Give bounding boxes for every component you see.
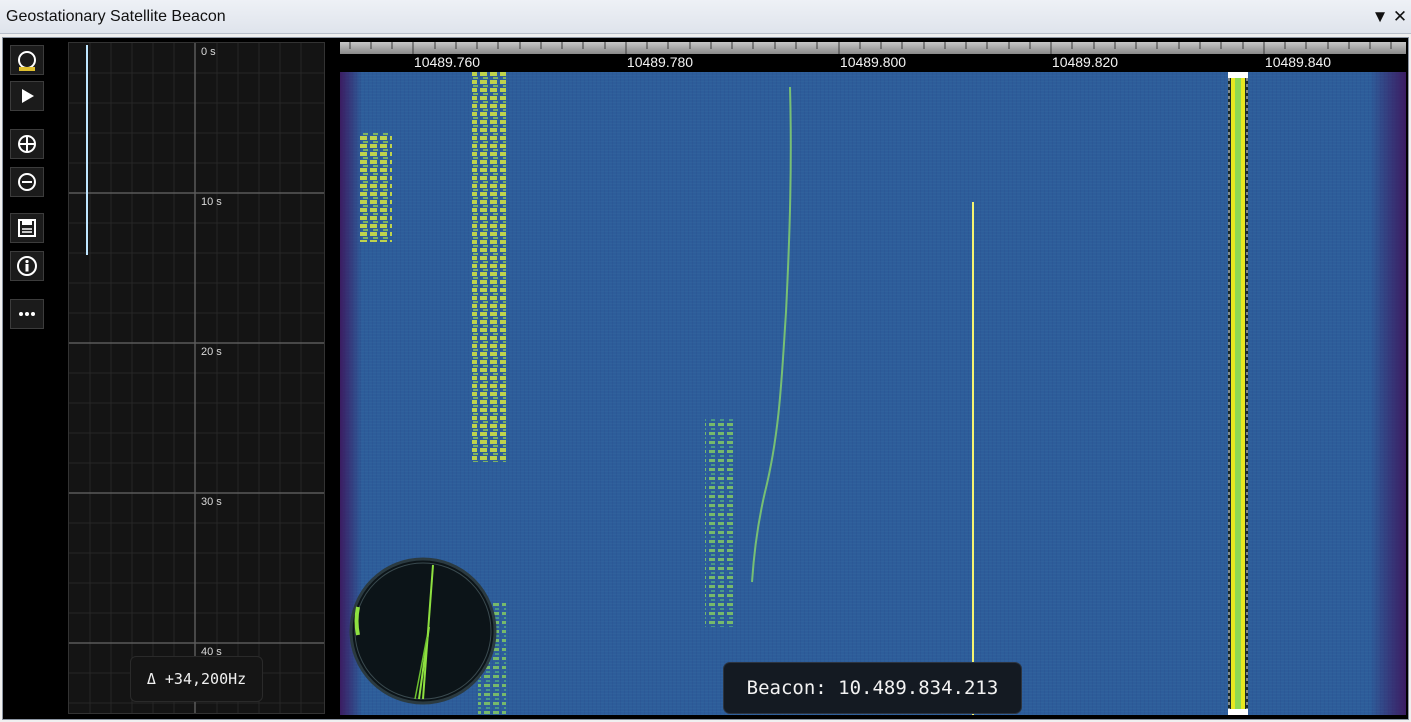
freq-label-4: 10489.820	[1051, 54, 1119, 70]
signal-carrier-wide	[472, 72, 506, 462]
zoom-in-button[interactable]	[10, 129, 44, 159]
signal-drift-trace	[751, 86, 792, 583]
signal-burst-left	[360, 132, 392, 242]
close-icon[interactable]: ✕	[1390, 6, 1410, 28]
window-titlebar: Geostationary Satellite Beacon ▼ ✕	[0, 0, 1411, 34]
zoom-out-icon	[18, 173, 36, 191]
frequency-ruler[interactable]: 10489.760 10489.780 10489.800 10489.820 …	[340, 42, 1406, 72]
play-icon	[22, 89, 34, 103]
signal-burst-mid	[705, 417, 733, 627]
time-label-30: 30 s	[201, 496, 222, 508]
freq-label-3: 10489.800	[839, 54, 907, 70]
window-title: Geostationary Satellite Beacon	[6, 8, 226, 25]
info-icon	[17, 256, 37, 276]
info-button[interactable]	[10, 251, 44, 281]
time-label-10: 10 s	[201, 196, 222, 208]
save-icon	[18, 219, 36, 237]
ruler-ticks	[349, 42, 1392, 54]
more-icon	[19, 312, 35, 316]
record-button[interactable]	[10, 45, 44, 75]
circle-record-icon	[18, 51, 36, 71]
time-label-0: 0 s	[201, 46, 216, 58]
beacon-frequency-readout: Beacon: 10.489.834.213	[723, 662, 1022, 714]
waterfall-signals	[360, 72, 1248, 715]
dropdown-arrow-icon[interactable]: ▼	[1370, 6, 1390, 28]
zoom-out-button[interactable]	[10, 167, 44, 197]
zoom-in-icon	[18, 135, 36, 153]
signal-scope-dial	[349, 557, 497, 705]
time-label-20: 20 s	[201, 346, 222, 358]
time-grid	[69, 43, 324, 713]
more-button[interactable]	[10, 299, 44, 329]
ruler-scrollbar[interactable]	[340, 42, 1406, 54]
play-button[interactable]	[10, 81, 44, 111]
freq-label-2: 10489.780	[626, 54, 694, 70]
save-button[interactable]	[10, 213, 44, 243]
time-scale-panel: 0 s 10 s 20 s 30 s 40 s	[68, 42, 325, 714]
freq-label-1: 10489.760	[413, 54, 481, 70]
freq-label-5: 10489.840	[1264, 54, 1332, 70]
spectrum-waterfall[interactable]	[340, 72, 1406, 715]
frequency-delta-readout: Δ +34,200Hz	[130, 656, 263, 702]
